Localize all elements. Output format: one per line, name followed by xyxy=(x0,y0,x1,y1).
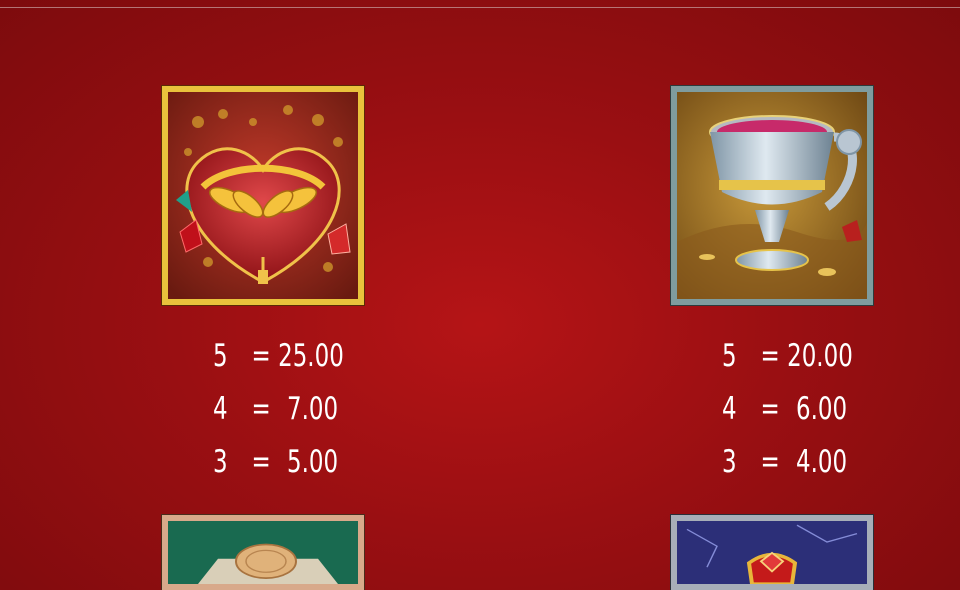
ruby-crown-icon xyxy=(677,521,867,584)
symbol-count: 4 xyxy=(213,391,228,427)
paytable-chalice: 5 = 20.00 4 = 6.00 3 = 4.00 xyxy=(722,330,922,489)
symbol-count: 5 xyxy=(722,338,737,374)
equals-sign: = xyxy=(251,338,271,374)
heart-laurel-icon xyxy=(168,92,358,299)
ruby-crown-symbol-tile xyxy=(671,515,873,590)
payout-value: 20.00 xyxy=(787,338,853,374)
symbol-count: 5 xyxy=(213,338,228,374)
payout-row: 5 = 20.00 xyxy=(722,330,870,383)
equals-sign: = xyxy=(251,444,271,480)
heart-laurel-symbol-tile xyxy=(162,86,364,305)
equals-sign: = xyxy=(760,444,780,480)
paytable-heart-laurel: 5 = 25.00 4 = 7.00 3 = 5.00 xyxy=(213,330,413,489)
payout-row: 4 = 6.00 xyxy=(722,383,870,436)
coin-symbol-tile xyxy=(162,515,364,590)
payout-value: 25.00 xyxy=(278,338,344,374)
payout-value: 7.00 xyxy=(287,391,339,427)
payout-value: 6.00 xyxy=(796,391,848,427)
payout-row: 4 = 7.00 xyxy=(213,383,361,436)
coin-icon xyxy=(168,521,358,584)
payout-row: 3 = 5.00 xyxy=(213,436,361,489)
symbol-count: 3 xyxy=(213,444,228,480)
payout-row: 5 = 25.00 xyxy=(213,330,361,383)
symbol-count: 4 xyxy=(722,391,737,427)
symbol-count: 3 xyxy=(722,444,737,480)
equals-sign: = xyxy=(760,338,780,374)
top-divider xyxy=(0,7,960,8)
chalice-symbol-tile xyxy=(671,86,873,305)
payout-row: 3 = 4.00 xyxy=(722,436,870,489)
payout-value: 5.00 xyxy=(287,444,339,480)
payout-value: 4.00 xyxy=(796,444,848,480)
chalice-icon xyxy=(677,92,867,299)
equals-sign: = xyxy=(760,391,780,427)
equals-sign: = xyxy=(251,391,271,427)
